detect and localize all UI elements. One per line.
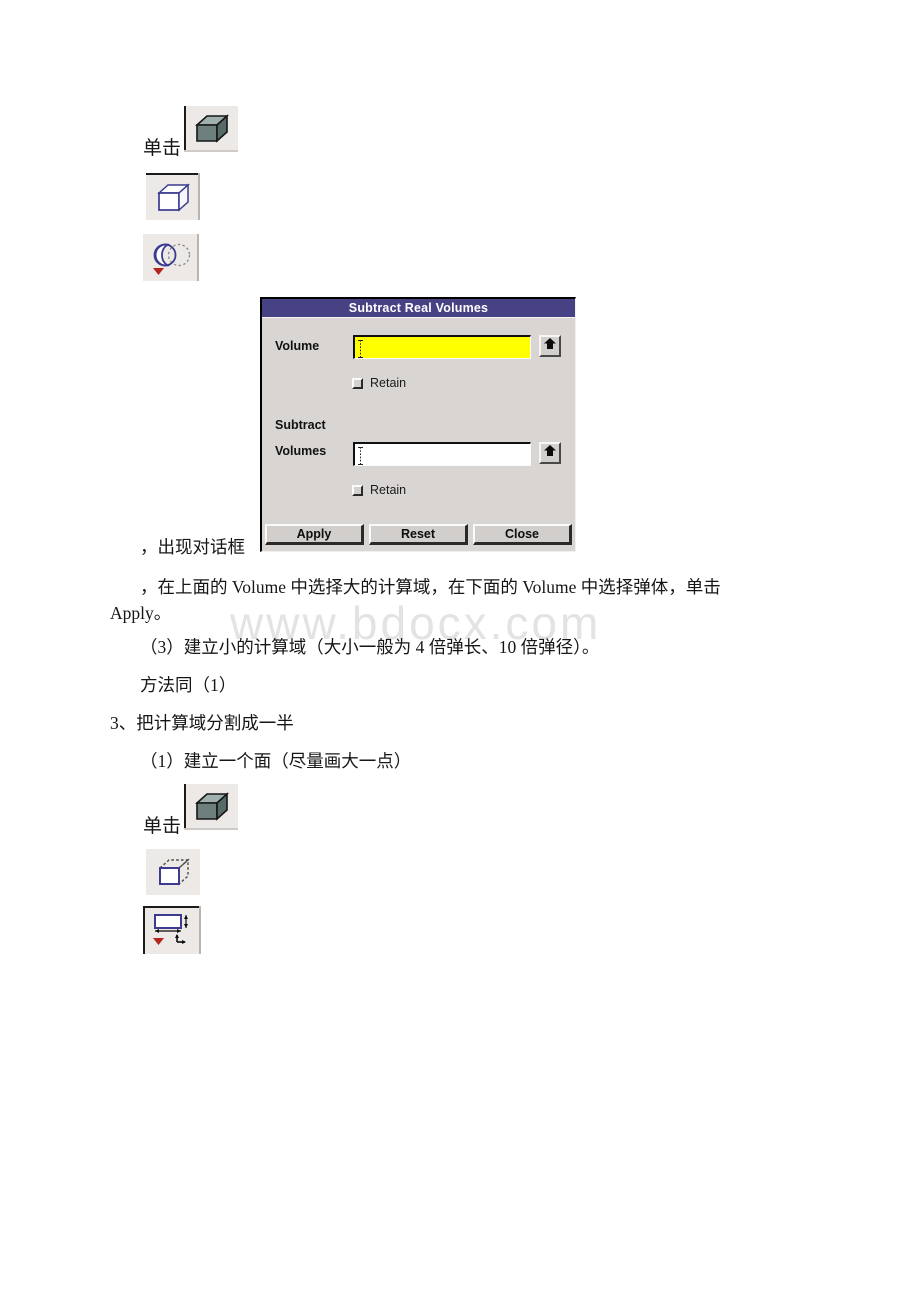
dialog-body: Volume Retain Subtract Volumes Retain Ap… (262, 318, 575, 551)
up-arrow-icon (543, 337, 557, 355)
dialog-title: Subtract Real Volumes (348, 301, 489, 315)
button-left-edge (143, 906, 145, 954)
subtract-volumes-input[interactable] (353, 442, 531, 466)
create-area-icon (156, 857, 192, 888)
wireframe-cube-icon (156, 182, 192, 214)
dialog-titlebar: Subtract Real Volumes (262, 299, 575, 318)
button-right-edge (197, 234, 199, 281)
subtract-label-line1: Subtract (275, 418, 326, 432)
subtract-retain-label: Retain (370, 483, 407, 497)
subtract-retain-checkbox-row[interactable]: Retain (352, 483, 406, 497)
text-caret-icon (358, 447, 363, 465)
text-caret-icon (358, 340, 363, 358)
dropdown-triangle-icon[interactable] (152, 267, 165, 276)
toolbar-button-subtract[interactable] (143, 234, 199, 281)
click-label-top: 单击 (143, 138, 182, 159)
click-label-bottom: 单击 (143, 816, 182, 837)
button-top-edge (146, 173, 200, 175)
dialog-button-row: Apply Reset Close (265, 524, 572, 545)
subtract-label-line2: Volumes (275, 444, 327, 458)
toolbar-button-areas[interactable] (146, 849, 200, 895)
subtract-volumes-pick-button[interactable] (539, 442, 561, 464)
volume-pick-button[interactable] (539, 335, 561, 357)
button-left-edge (184, 784, 186, 830)
button-bottom-edge (184, 150, 238, 152)
button-right-edge (199, 906, 201, 954)
solid-cube-icon (195, 114, 229, 144)
paragraph-instruction: ，在上面的 Volume 中选择大的计算域，在下面的 Volume 中选择弹体，… (140, 577, 721, 597)
button-top-edge (143, 906, 201, 908)
paragraph-step3: （3）建立小的计算域（大小一般为 4 倍弹长、10 倍弹径）。 (140, 637, 600, 657)
button-bottom-edge (184, 828, 238, 830)
toolbar-button-volumes-bottom[interactable] (184, 784, 238, 830)
apply-button[interactable]: Apply (265, 524, 364, 545)
toolbar-button-volumes-top[interactable] (184, 106, 238, 152)
paragraph-instruction-cont: Apply。 (110, 603, 172, 623)
subtract-retain-checkbox[interactable] (352, 484, 363, 496)
reset-button[interactable]: Reset (369, 524, 468, 545)
toolbar-button-rectangle-by-dimensions[interactable] (143, 906, 201, 954)
volume-input[interactable] (353, 335, 531, 359)
volume-label: Volume (275, 339, 320, 353)
dropdown-triangle-icon[interactable] (152, 937, 165, 946)
document-page: www.bdocx.com 单击 Subtract Real Volumes V… (0, 0, 920, 1302)
volume-retain-checkbox-row[interactable]: Retain (352, 376, 406, 390)
paragraph-method-same: 方法同（1） (140, 675, 237, 695)
volume-retain-label: Retain (370, 376, 407, 390)
paragraph-section3: 3、把计算域分割成一半 (110, 713, 294, 733)
close-button[interactable]: Close (473, 524, 572, 545)
volume-retain-checkbox[interactable] (352, 377, 363, 389)
button-left-edge (184, 106, 186, 152)
paragraph-dialog-caption: ，出现对话框 (140, 537, 245, 557)
button-right-edge (198, 173, 200, 220)
up-arrow-icon (543, 444, 557, 462)
solid-cube-icon (195, 792, 229, 822)
paragraph-step3-1: （1）建立一个面（尽量画大一点） (140, 751, 412, 771)
toolbar-button-block[interactable] (146, 173, 200, 220)
subtract-real-volumes-dialog: Subtract Real Volumes Volume Retain Subt… (260, 297, 576, 552)
